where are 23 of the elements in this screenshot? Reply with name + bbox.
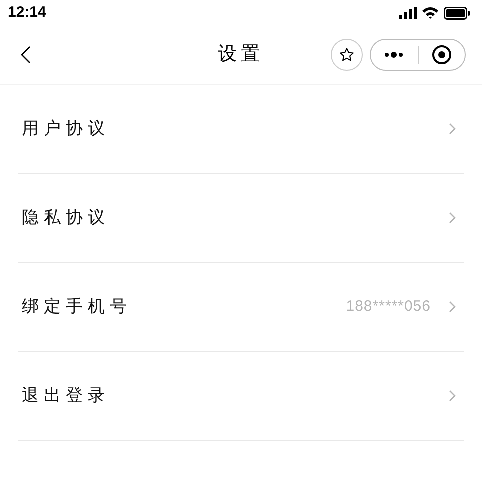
chevron-icon bbox=[449, 123, 456, 135]
chevron-icon bbox=[449, 390, 456, 402]
signal-icon bbox=[399, 7, 417, 19]
row-label: 用户协议 bbox=[22, 118, 110, 140]
settings-row[interactable]: 绑定手机号 188*****056 bbox=[18, 263, 464, 352]
back-icon bbox=[21, 46, 31, 64]
favorite-button[interactable] bbox=[331, 39, 363, 71]
chevron-icon bbox=[449, 212, 456, 224]
star-icon bbox=[339, 47, 355, 63]
settings-row[interactable]: 隐私协议 bbox=[18, 174, 464, 263]
wifi-icon bbox=[422, 7, 439, 19]
row-label: 退出登录 bbox=[22, 385, 110, 408]
row-label: 绑定手机号 bbox=[22, 296, 132, 318]
status-time: 12:14 bbox=[8, 2, 46, 23]
target-icon bbox=[432, 45, 452, 65]
chevron-icon bbox=[449, 301, 456, 313]
battery-icon bbox=[444, 6, 470, 20]
page-title: 设置 bbox=[218, 42, 264, 67]
phone-number: 188*****056 bbox=[346, 296, 431, 317]
more-icon bbox=[384, 52, 404, 58]
row-label: 隐私协议 bbox=[22, 207, 110, 230]
settings-row[interactable]: 用户协议 bbox=[18, 85, 464, 174]
settings-row[interactable]: 退出登录 bbox=[18, 352, 464, 441]
